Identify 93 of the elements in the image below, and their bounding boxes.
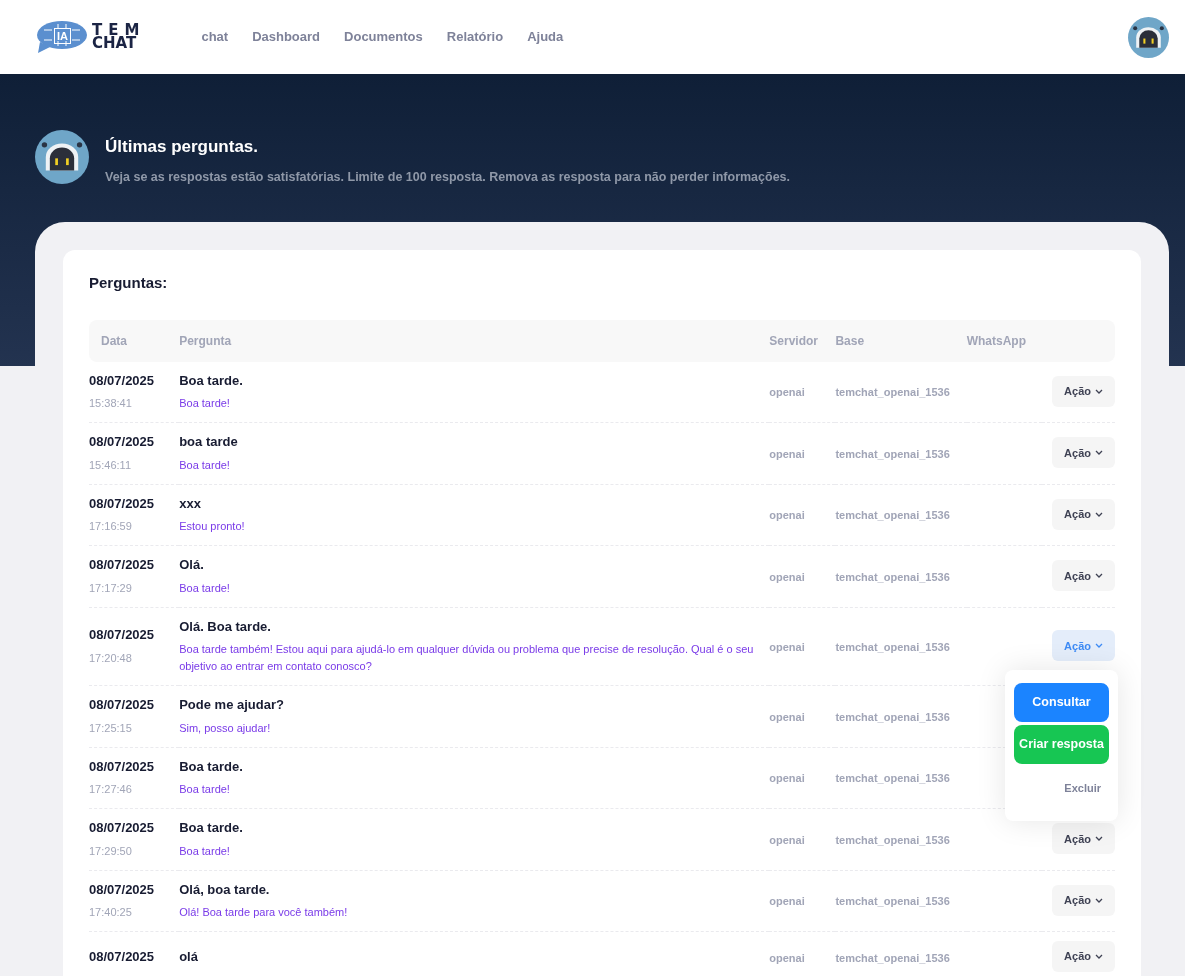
date-text: 08/07/2025 bbox=[89, 433, 156, 452]
base-text: temchat_openai_1536 bbox=[835, 509, 950, 522]
action-dropdown-button[interactable]: Ação bbox=[1052, 375, 1115, 407]
nav-link[interactable]: Ajuda bbox=[527, 27, 564, 47]
question-text: boa tarde bbox=[179, 433, 239, 451]
caret-icon bbox=[1095, 897, 1103, 903]
caret-icon bbox=[1095, 450, 1103, 456]
question-text: olá bbox=[179, 947, 199, 966]
server-text: openai bbox=[769, 570, 805, 583]
server-text: openai bbox=[769, 509, 805, 522]
server-text: openai bbox=[769, 710, 805, 723]
action-dropdown-button[interactable]: Ação bbox=[1052, 823, 1115, 855]
menu-button[interactable]: Consultar bbox=[1014, 683, 1109, 723]
answer-text: Boa tarde! bbox=[179, 580, 231, 596]
server-text: openai bbox=[769, 951, 805, 964]
base-text: temchat_openai_1536 bbox=[835, 833, 950, 846]
time-text: 17:40:25 bbox=[89, 905, 133, 921]
date-text: 08/07/2025 bbox=[89, 371, 156, 390]
date-text: 08/07/2025 bbox=[89, 494, 156, 513]
question-text: xxx bbox=[179, 494, 202, 513]
action-dropdown-button[interactable]: Ação bbox=[1052, 560, 1115, 592]
answer-text: Boa tarde também! Estou aqui para ajudá-lo em qualquer dúvida ou problema que precise de resolução. Qual é o seu objetivo ao entrar em contato conosco? bbox=[179, 642, 755, 674]
time-text: 17:25:15 bbox=[89, 720, 133, 736]
server-text: openai bbox=[769, 895, 805, 908]
page-title: Últimas perguntas. bbox=[105, 136, 260, 158]
column-header: Data bbox=[101, 333, 127, 348]
question-text: Olá, boa tarde. bbox=[179, 880, 271, 899]
base-text: temchat_openai_1536 bbox=[835, 570, 950, 583]
answer-text: Boa tarde! bbox=[179, 782, 231, 797]
answer-text: Sim, posso ajudar! bbox=[179, 720, 272, 736]
question-text: Olá. bbox=[179, 556, 205, 574]
action-dropdown-button[interactable]: Ação bbox=[1052, 498, 1115, 530]
server-text: openai bbox=[769, 386, 805, 399]
robot-avatar-icon bbox=[1128, 16, 1169, 58]
page-subtitle: Veja se as respostas estão satisfatórias. Limite de 100 resposta. Remova as resposta para não perder informações. bbox=[105, 168, 791, 186]
column-header: Pergunta bbox=[179, 333, 232, 348]
base-text: temchat_openai_1536 bbox=[835, 951, 950, 964]
time-text: 17:16:59 bbox=[89, 519, 133, 535]
action-dropdown-button[interactable]: Ação bbox=[1052, 437, 1115, 469]
date-text: 08/07/2025 bbox=[89, 626, 156, 645]
date-text: 08/07/2025 bbox=[89, 757, 156, 776]
date-text: 08/07/2025 bbox=[89, 696, 156, 715]
time-text: 17:27:46 bbox=[89, 782, 133, 798]
server-text: openai bbox=[769, 447, 805, 460]
answer-text: Boa tarde! bbox=[179, 457, 231, 473]
question-text: Olá. Boa tarde. bbox=[179, 617, 272, 636]
base-text: temchat_openai_1536 bbox=[835, 710, 950, 723]
base-text: temchat_openai_1536 bbox=[835, 895, 950, 908]
server-text: openai bbox=[769, 833, 805, 846]
nav-link[interactable]: Dashboard bbox=[252, 27, 321, 47]
base-text: temchat_openai_1536 bbox=[835, 640, 950, 653]
caret-icon bbox=[1095, 836, 1103, 842]
column-header: WhatsApp bbox=[966, 333, 1026, 348]
caret-icon bbox=[1095, 573, 1103, 579]
nav-link[interactable]: Relatório bbox=[446, 27, 504, 47]
server-text: openai bbox=[769, 640, 805, 653]
nav-link[interactable]: Documentos bbox=[344, 27, 423, 47]
date-text: 08/07/2025 bbox=[89, 947, 156, 966]
question-text: Boa tarde. bbox=[179, 757, 244, 776]
base-text: temchat_openai_1536 bbox=[835, 772, 950, 785]
menu-button[interactable]: Criar resposta bbox=[1014, 725, 1109, 765]
answer-text: Olá! Boa tarde para você também! bbox=[179, 905, 349, 920]
answer-text: Boa tarde! bbox=[179, 396, 231, 411]
answer-text: Boa tarde! bbox=[179, 843, 231, 859]
column-header: Base bbox=[835, 333, 865, 348]
time-text: 15:46:11 bbox=[89, 457, 132, 473]
delete-link[interactable]: Excluir bbox=[1014, 767, 1109, 799]
logo-text: TEM CHAT bbox=[92, 23, 146, 51]
caret-icon bbox=[1095, 643, 1103, 649]
action-dropdown-button[interactable]: Ação bbox=[1052, 884, 1115, 916]
date-text: 08/07/2025 bbox=[89, 880, 156, 899]
column-header: Servidor bbox=[769, 333, 818, 348]
time-text: 17:17:29 bbox=[89, 580, 133, 596]
answer-text: Estou pronto! bbox=[179, 519, 246, 534]
robot-avatar-icon bbox=[35, 130, 89, 184]
date-text: 08/07/2025 bbox=[89, 819, 156, 838]
action-dropdown-button[interactable]: Ação bbox=[1052, 941, 1115, 972]
question-text: Pode me ajudar? bbox=[179, 696, 285, 714]
question-text: Boa tarde. bbox=[179, 371, 244, 390]
base-text: temchat_openai_1536 bbox=[835, 447, 950, 460]
card-title: Perguntas: bbox=[89, 273, 169, 293]
base-text: temchat_openai_1536 bbox=[835, 386, 950, 399]
date-text: 08/07/2025 bbox=[89, 556, 156, 575]
caret-icon bbox=[1095, 511, 1103, 517]
time-text: 17:20:48 bbox=[89, 650, 133, 666]
caret-icon bbox=[1095, 388, 1103, 394]
server-text: openai bbox=[769, 772, 805, 785]
caret-icon bbox=[1095, 954, 1103, 959]
question-text: Boa tarde. bbox=[179, 819, 244, 837]
nav-link[interactable]: chat bbox=[201, 27, 229, 47]
action-dropdown-button[interactable]: Ação bbox=[1052, 630, 1115, 662]
time-text: 15:38:41 bbox=[89, 396, 133, 412]
time-text: 17:29:50 bbox=[89, 843, 133, 859]
